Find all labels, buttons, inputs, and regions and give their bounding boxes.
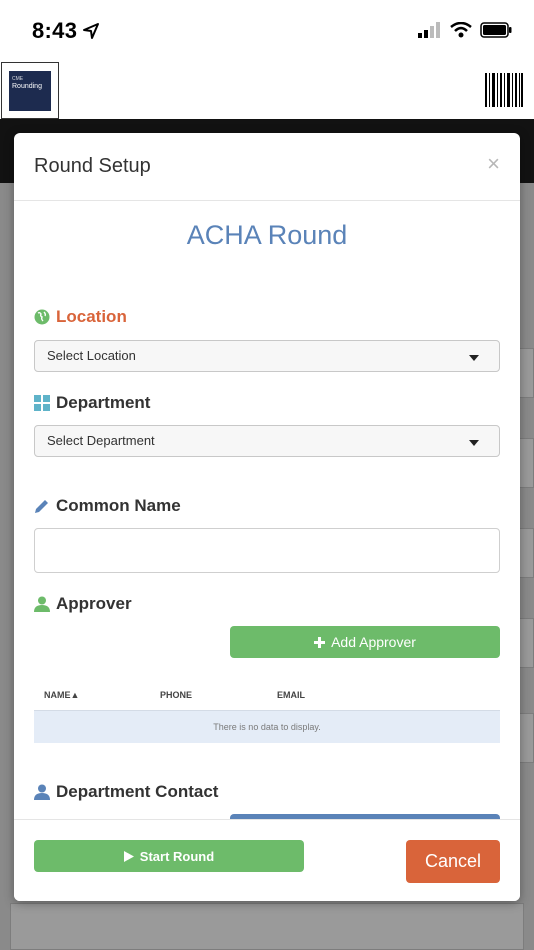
- add-approver-button[interactable]: Add Approver: [230, 626, 500, 658]
- app-logo[interactable]: CME Rounding: [1, 62, 59, 119]
- common-name-label-text: Common Name: [56, 496, 181, 515]
- status-time: 8:43: [32, 18, 78, 43]
- location-label-text: Location: [56, 307, 127, 326]
- round-setup-modal: Round Setup × ACHA Round Location Select…: [14, 133, 520, 901]
- location-select[interactable]: Select Location: [34, 340, 500, 372]
- column-header-phone[interactable]: PHONE: [160, 690, 192, 700]
- location-select-value: Select Location: [47, 348, 136, 363]
- plus-icon: [314, 636, 326, 648]
- department-select[interactable]: Select Department: [34, 425, 500, 457]
- modal-footer: Start Round Cancel: [14, 819, 520, 901]
- user-icon: [34, 784, 50, 800]
- location-arrow-icon: [83, 23, 99, 39]
- chevron-down-icon: [469, 440, 479, 446]
- logo-text: Rounding: [12, 82, 42, 90]
- add-approver-label: Add Approver: [331, 634, 416, 650]
- start-round-label: Start Round: [139, 848, 215, 864]
- approver-table-empty: There is no data to display.: [34, 710, 500, 743]
- globe-icon: [34, 309, 50, 325]
- approver-label: Approver: [34, 594, 132, 614]
- modal-title: Round Setup: [34, 155, 151, 177]
- pencil-icon: [35, 500, 48, 513]
- common-name-label: Common Name: [34, 496, 181, 516]
- play-icon: [123, 850, 134, 862]
- location-label: Location: [34, 307, 127, 327]
- common-name-input[interactable]: [34, 528, 500, 573]
- column-header-email[interactable]: EMAIL: [277, 690, 305, 700]
- status-icons: [418, 22, 512, 38]
- signal-icon: [418, 22, 440, 38]
- user-icon: [34, 596, 50, 612]
- department-contact-label-text: Department Contact: [56, 782, 219, 801]
- chevron-down-icon: [469, 355, 479, 361]
- logo-small-text: CME: [12, 76, 24, 82]
- approver-label-text: Approver: [56, 594, 132, 613]
- department-contact-label: Department Contact: [34, 782, 218, 802]
- barcode-scan-icon[interactable]: [484, 71, 524, 111]
- wifi-icon: [450, 22, 472, 38]
- department-label: Department: [34, 393, 150, 413]
- modal-header: Round Setup ×: [14, 133, 520, 201]
- column-header-name[interactable]: NAME▲: [44, 690, 79, 700]
- status-bar: 8:43: [0, 0, 534, 62]
- round-name-heading: ACHA Round: [186, 220, 348, 250]
- grid-icon: [34, 395, 50, 411]
- department-select-value: Select Department: [47, 433, 155, 448]
- approver-table-header: NAME▲ PHONE EMAIL: [34, 685, 500, 709]
- close-button[interactable]: ×: [487, 151, 500, 177]
- battery-icon: [480, 22, 512, 38]
- start-round-button[interactable]: Start Round: [34, 840, 304, 872]
- department-label-text: Department: [56, 393, 151, 412]
- app-header: CME Rounding: [0, 62, 534, 119]
- cancel-button[interactable]: Cancel: [406, 840, 500, 883]
